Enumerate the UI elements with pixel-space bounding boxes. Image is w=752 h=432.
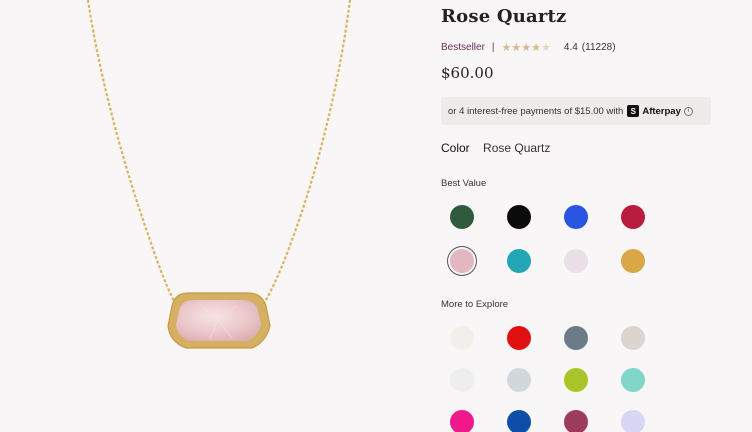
star-icon: ★ xyxy=(501,41,512,54)
info-icon[interactable]: i xyxy=(683,106,693,116)
rating-stars[interactable]: ★ ★ ★ ★ ★ xyxy=(502,41,551,54)
swatch-aqua-stripe[interactable] xyxy=(621,368,645,392)
review-count-link[interactable]: (11228) xyxy=(582,42,616,53)
afterpay-text: or 4 interest-free payments of $15.00 wi… xyxy=(448,105,624,117)
swatch-lavender[interactable] xyxy=(621,410,645,432)
swatch-fuchsia[interactable] xyxy=(450,410,474,432)
bestseller-badge: Bestseller xyxy=(441,41,485,53)
swatch-green[interactable] xyxy=(450,205,474,229)
best-value-label: Best Value xyxy=(441,178,487,189)
star-icon: ★ xyxy=(521,41,532,54)
afterpay-banner: or 4 interest-free payments of $15.00 wi… xyxy=(441,97,711,125)
afterpay-brand: Afterpay xyxy=(642,105,681,117)
color-label: Color xyxy=(441,141,470,155)
product-price: $60.00 xyxy=(441,64,494,82)
color-selection: Color Rose Quartz xyxy=(441,141,550,155)
necklace-image xyxy=(86,0,352,349)
rating-value: 4.4 xyxy=(563,41,578,53)
swatch-navy[interactable] xyxy=(507,410,531,432)
swatch-bright-red[interactable] xyxy=(507,326,531,350)
swatch-rose-quartz[interactable] xyxy=(450,249,474,273)
swatch-druzy-silver[interactable] xyxy=(621,326,645,350)
badge-separator: | xyxy=(491,41,495,53)
swatch-black[interactable] xyxy=(507,205,531,229)
swatch-gold[interactable] xyxy=(621,249,645,273)
product-info: Rose Quartz Bestseller | ★ ★ ★ ★ ★ 4.4 (… xyxy=(441,0,741,432)
swatch-pearl[interactable] xyxy=(450,326,474,350)
afterpay-logo-icon: S xyxy=(627,105,640,117)
swatch-teal[interactable] xyxy=(507,249,531,273)
star-icon: ★ xyxy=(531,41,542,54)
star-icon: ★ xyxy=(511,41,522,54)
color-value: Rose Quartz xyxy=(483,141,551,155)
swatch-mist[interactable] xyxy=(507,368,531,392)
swatch-blue[interactable] xyxy=(564,205,588,229)
star-icon: ★ xyxy=(541,41,551,54)
swatch-white[interactable] xyxy=(450,368,474,392)
swatch-lilac[interactable] xyxy=(564,249,588,273)
more-to-explore-label: More to Explore xyxy=(441,299,509,310)
swatch-abalone[interactable] xyxy=(564,326,588,350)
product-image[interactable] xyxy=(0,0,425,432)
swatch-lime[interactable] xyxy=(564,368,588,392)
product-title: Rose Quartz xyxy=(441,6,567,27)
swatch-red-crystal[interactable] xyxy=(621,205,645,229)
rating-row: Bestseller | ★ ★ ★ ★ ★ 4.4 (11228) xyxy=(441,40,616,54)
swatch-multi[interactable] xyxy=(564,410,588,432)
